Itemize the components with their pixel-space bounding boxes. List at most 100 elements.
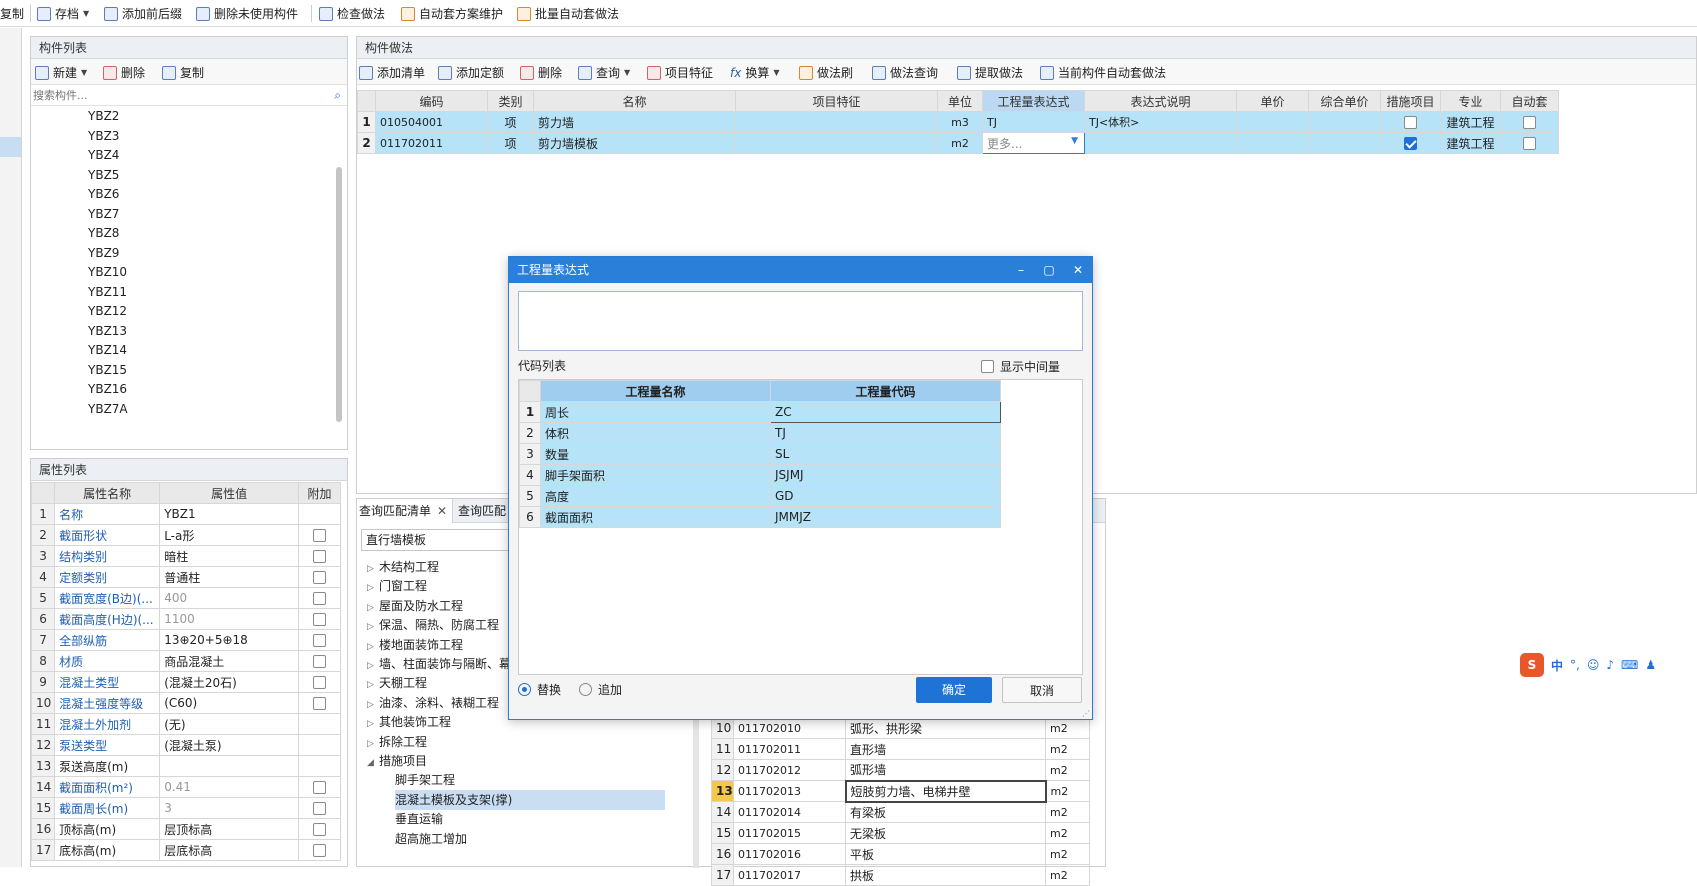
user-icon[interactable]: ♟: [1645, 658, 1656, 672]
result-row[interactable]: 10 011702010 弧形、拱形梁 m2: [711, 717, 1090, 739]
name-cell[interactable]: 剪力墙模板: [533, 132, 736, 154]
attr-value[interactable]: (无): [159, 713, 299, 735]
component-item[interactable]: YBZ8: [88, 224, 119, 243]
tree-item[interactable]: 脚手架工程: [395, 770, 455, 790]
result-row[interactable]: 15 011702015 无梁板 m2: [711, 822, 1090, 844]
attr-row[interactable]: 8 材质 商品混凝土: [31, 650, 342, 672]
auto-maintain-button[interactable]: 自动套方案维护: [401, 4, 503, 23]
attr-row[interactable]: 14 截面面积(m²) 0.41: [31, 776, 342, 798]
attr-row[interactable]: 17 底标高(m) 层底标高: [31, 839, 342, 861]
method-row[interactable]: 2 011702011 项剪力墙模板 m2 更多... ▼ 建筑工程: [357, 132, 1559, 154]
show-intermediate-checkbox[interactable]: [981, 359, 994, 373]
component-item[interactable]: YBZ15: [88, 361, 127, 380]
ime-punct-toggle[interactable]: °,: [1570, 658, 1580, 672]
component-item[interactable]: YBZ6: [88, 185, 119, 204]
attr-row[interactable]: 13 泵送高度(m): [31, 755, 342, 777]
tree-item[interactable]: ▷ 天棚工程: [367, 673, 427, 693]
attr-value[interactable]: (混凝土20石): [159, 671, 299, 693]
maximize-icon[interactable]: ▢: [1041, 262, 1057, 278]
feature-cell[interactable]: [735, 132, 938, 154]
append-option[interactable]: 追加: [579, 681, 622, 698]
attr-value[interactable]: 13⊕20+5⊕18: [159, 629, 299, 651]
method-query-button[interactable]: 做法查询: [872, 63, 938, 82]
attr-row[interactable]: 3 结构类别 暗柱: [31, 545, 342, 567]
attr-row[interactable]: 2 截面形状 L-a形: [31, 524, 342, 546]
code-row[interactable]: 2 体积 TJ: [519, 422, 1001, 444]
tree-item[interactable]: ▷ 门窗工程: [367, 576, 427, 596]
attr-extra-checkbox[interactable]: [312, 823, 326, 836]
code-row[interactable]: 1 周长 ZC: [519, 401, 1001, 423]
minimize-icon[interactable]: –: [1013, 262, 1029, 278]
component-item[interactable]: YBZ2: [88, 107, 119, 126]
attr-value[interactable]: 商品混凝土: [159, 650, 299, 672]
auto-checkbox[interactable]: [1523, 116, 1536, 129]
component-item[interactable]: YBZ11: [88, 283, 127, 302]
attr-value[interactable]: 3: [159, 797, 299, 819]
measure-checkbox[interactable]: [1404, 116, 1417, 129]
component-item[interactable]: YBZ4: [88, 146, 119, 165]
tree-item[interactable]: 垂直运输: [395, 809, 443, 829]
expression-cell[interactable]: TJ: [982, 111, 1085, 133]
tree-item[interactable]: ▷ 屋面及防水工程: [367, 596, 463, 616]
replace-option[interactable]: 替换: [518, 681, 561, 698]
attr-row[interactable]: 6 截面高度(H边)(... 1100: [31, 608, 342, 630]
tab-query-list[interactable]: 查询匹配清单 ✕: [357, 499, 453, 523]
attr-row[interactable]: 4 定额类别 普通柱: [31, 566, 342, 588]
delete-unused-button[interactable]: 删除未使用构件: [196, 4, 298, 23]
attr-extra-checkbox[interactable]: [312, 550, 326, 563]
copy-button[interactable]: 复制: [0, 4, 24, 23]
auto-checkbox[interactable]: [1523, 137, 1536, 150]
component-item[interactable]: YBZ13: [88, 322, 127, 341]
attr-extra-checkbox[interactable]: [312, 844, 326, 857]
attr-extra-checkbox[interactable]: [312, 592, 326, 605]
attr-row[interactable]: 15 截面周长(m) 3: [31, 797, 342, 819]
extract-method-button[interactable]: 提取做法: [957, 63, 1023, 82]
attr-extra-checkbox[interactable]: [312, 529, 326, 542]
name-cell[interactable]: 剪力墙: [533, 111, 736, 133]
code-row[interactable]: 6 截面面积 JMMJZ: [519, 506, 1001, 528]
attr-row[interactable]: 7 全部纵筋 13⊕20+5⊕18: [31, 629, 342, 651]
add-quota-button[interactable]: 添加定额: [438, 63, 504, 82]
attr-extra-checkbox[interactable]: [312, 634, 326, 647]
replace-radio[interactable]: [518, 683, 531, 696]
copy-component-button[interactable]: 复制: [162, 63, 204, 82]
query-button[interactable]: 查询 ▼: [578, 63, 630, 82]
delete-component-button[interactable]: 删除: [103, 63, 145, 82]
attr-row[interactable]: 10 混凝土强度等级 (C60): [31, 692, 342, 714]
attr-value[interactable]: 400: [159, 587, 299, 609]
component-item[interactable]: YBZ9: [88, 244, 119, 263]
expression-cell[interactable]: 更多... ▼: [982, 132, 1085, 154]
component-item[interactable]: YBZ16: [88, 380, 127, 399]
component-item[interactable]: YBZ14: [88, 341, 127, 360]
close-icon[interactable]: ✕: [1070, 262, 1086, 278]
append-radio[interactable]: [579, 683, 592, 696]
attr-row[interactable]: 16 顶标高(m) 层顶标高: [31, 818, 342, 840]
attr-value[interactable]: L-a形: [159, 524, 299, 546]
attr-extra-checkbox[interactable]: [312, 676, 326, 689]
component-item[interactable]: YBZ3: [88, 127, 119, 146]
query-select[interactable]: 直行墙模板: [361, 529, 511, 551]
component-list-scrollbar[interactable]: [336, 167, 342, 422]
attr-extra-checkbox[interactable]: [312, 697, 326, 710]
item-feature-button[interactable]: 项目特征: [647, 63, 713, 82]
close-icon[interactable]: ✕: [437, 504, 447, 518]
new-component-button[interactable]: 新建 ▼: [35, 63, 87, 82]
attr-extra-checkbox[interactable]: [312, 571, 326, 584]
code-row[interactable]: 3 数量 SL: [519, 443, 1001, 465]
attr-value[interactable]: 暗柱: [159, 545, 299, 567]
code-cell[interactable]: 011702011: [375, 132, 488, 154]
tree-item[interactable]: ▷ 拆除工程: [367, 732, 427, 752]
keyboard-icon[interactable]: ⌨: [1621, 658, 1638, 672]
show-intermediate-toggle[interactable]: 显示中间量: [981, 357, 1060, 375]
attr-extra-checkbox[interactable]: [312, 781, 326, 794]
code-row[interactable]: 4 脚手架面积 JSJMJ: [519, 464, 1001, 486]
attr-row[interactable]: 11 混凝土外加剂 (无): [31, 713, 342, 735]
resize-grip-icon[interactable]: ⋰: [1082, 709, 1090, 718]
attr-value[interactable]: [159, 755, 299, 777]
save-button[interactable]: 存档 ▼: [37, 4, 89, 23]
result-row[interactable]: 16 011702016 平板 m2: [711, 843, 1090, 865]
attr-row[interactable]: 12 泵送类型 (混凝土泵): [31, 734, 342, 756]
ime-lang-toggle[interactable]: 中: [1551, 657, 1563, 674]
tree-item[interactable]: ▷ 墙、柱面装饰与隔断、幕: [367, 654, 511, 674]
auto-apply-current-button[interactable]: 当前构件自动套做法: [1040, 63, 1166, 82]
